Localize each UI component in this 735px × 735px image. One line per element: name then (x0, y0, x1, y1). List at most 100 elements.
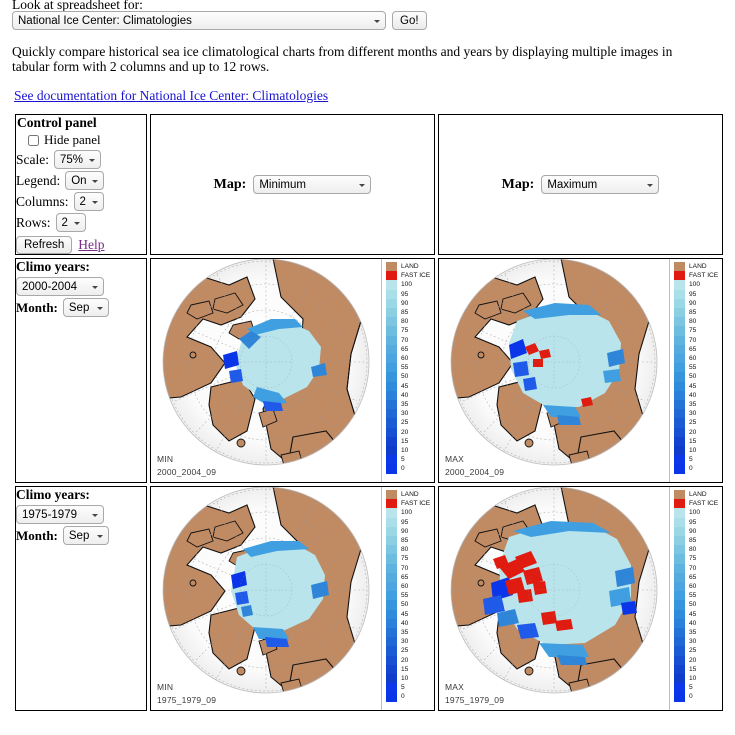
map-tag-id: 2000_2004_09 (445, 467, 505, 477)
legend-label: 0 (401, 693, 405, 701)
legend-swatch (386, 464, 397, 474)
legend-label: 60 (689, 583, 697, 590)
legend-select[interactable]: On (65, 171, 105, 190)
legend-label: 25 (401, 647, 409, 655)
columns-select[interactable]: 2 (73, 192, 104, 211)
legend-label: 75 (689, 555, 697, 563)
legend-swatch (386, 692, 397, 702)
legend-swatch (386, 628, 397, 638)
legend-swatch (386, 517, 397, 527)
legend-label: 40 (401, 619, 409, 627)
climo-years-row-1: 1975-1979 (16, 505, 146, 524)
help-link[interactable]: Help (78, 237, 104, 253)
legend-swatch (674, 508, 685, 518)
row-controls-1: Climo years: 1975-1979 Month: Sep (15, 486, 147, 711)
map-cell-1-0[interactable]: MIN 1975_1979_09 LAND FAST ICE 100 95 90 85 80… (150, 486, 435, 711)
legend-swatch (674, 600, 685, 610)
legend-swatch (674, 517, 685, 527)
legend-label: 30 (401, 410, 409, 418)
legend-label: 65 (401, 573, 409, 581)
legend-swatch (674, 664, 685, 674)
rows-select-wrap: 2 (55, 213, 86, 232)
map-cell-0-1[interactable]: MAX 2000_2004_09 LAND FAST ICE 100 95 90 85 80… (438, 258, 723, 483)
legend-swatch (674, 354, 685, 364)
legend-label: 55 (401, 592, 409, 600)
legend-swatch (674, 609, 685, 619)
map-select-wrap-0: Minimum (253, 175, 372, 194)
go-button[interactable]: Go! (392, 11, 427, 30)
dataset-select[interactable]: National Ice Center: Climatologies (12, 11, 386, 30)
legend-1-0: LAND FAST ICE 100 95 90 85 80 75 70 65 60 55 50 45 40 3… (381, 487, 434, 710)
legend-label: 30 (689, 638, 697, 646)
legend-label: 5 (689, 684, 693, 692)
map-image-min-1975: MIN 1975_1979_09 LAND FAST ICE 100 95 90 85 80… (151, 487, 434, 710)
legend-label: 20 (689, 656, 697, 664)
month-select-0[interactable]: Sep (62, 298, 109, 317)
legend-swatch (674, 280, 685, 290)
legend-label: 0 (689, 693, 693, 701)
legend-label: 55 (689, 364, 697, 372)
legend-swatch (386, 490, 397, 500)
legend-select-wrap: On (65, 171, 105, 190)
legend-label: 95 (401, 518, 409, 526)
map-label-0: Map: (213, 176, 247, 192)
legend-label: FAST ICE (401, 500, 431, 508)
map-image-max-2000: MAX 2000_2004_09 LAND FAST ICE 100 95 90 85 80… (439, 259, 722, 482)
hide-panel-checkbox[interactable] (28, 134, 39, 146)
legend-swatch (386, 563, 397, 573)
legend-swatch (674, 499, 685, 509)
legend-swatch (386, 455, 397, 465)
legend-label: 70 (401, 336, 409, 344)
legend-swatch (674, 289, 685, 299)
legend-swatch (386, 372, 397, 382)
legend-label: 45 (401, 382, 409, 390)
legend-swatch (386, 683, 397, 693)
month-label-1: Month: (16, 527, 58, 543)
map-tag-type: MAX (445, 454, 465, 464)
legend-swatch (386, 326, 397, 336)
legend-swatch (674, 344, 685, 354)
legend-0-0: LAND FAST ICE 100 95 90 85 80 75 70 65 60 55 50 45 40 3… (381, 259, 434, 482)
climo-years-row-0: 2000-2004 (16, 277, 146, 296)
climo-years-label-0: Climo years: (16, 259, 90, 274)
legend-swatch (674, 692, 685, 702)
legend-swatch (386, 427, 397, 437)
legend-label: 35 (689, 629, 697, 636)
map-cell-0-0[interactable]: MIN 2000_2004_09 LAND FAST ICE 100 95 90 85 80… (150, 258, 435, 483)
legend-label: 70 (689, 564, 697, 572)
row-controls-0: Climo years: 2000-2004 Month: Sep (15, 258, 147, 483)
map-tag-type: MIN (157, 454, 174, 464)
legend-label: FAST ICE (401, 272, 431, 280)
map-tag-type: MIN (157, 682, 174, 692)
legend-label: 100 (401, 281, 413, 289)
legend-label: 70 (689, 336, 697, 344)
dataset-selector-row: National Ice Center: Climatologies Go! (12, 11, 427, 30)
legend-swatch (674, 554, 685, 564)
legend-label: 10 (401, 675, 409, 682)
legend-swatch (386, 609, 397, 619)
documentation-link[interactable]: See documentation for National Ice Cente… (14, 88, 328, 104)
legend-swatch (386, 335, 397, 345)
month-select-1[interactable]: Sep (62, 526, 109, 545)
legend-swatch (674, 572, 685, 582)
legend-swatch (674, 683, 685, 693)
climo-years-select-1[interactable]: 1975-1979 (16, 505, 104, 524)
legend-label: 0 (689, 465, 693, 473)
scale-select[interactable]: 75% (54, 150, 101, 169)
legend-swatch (674, 418, 685, 428)
hide-panel-row[interactable]: Hide panel (16, 132, 146, 148)
control-panel-buttons: Refresh Help (16, 236, 146, 254)
map-select-0[interactable]: Minimum (253, 175, 372, 194)
rows-select[interactable]: 2 (55, 213, 86, 232)
map-cell-1-1[interactable]: MAX 1975_1979_09 LAND FAST ICE 100 95 90 85 80… (438, 486, 723, 711)
legend-label: Legend: (16, 172, 61, 188)
refresh-button[interactable]: Refresh (16, 236, 73, 254)
legend-label: 25 (401, 419, 409, 427)
legend-swatch (386, 545, 397, 555)
legend-label: 75 (401, 555, 409, 563)
legend-swatch (386, 271, 397, 281)
climo-years-select-0[interactable]: 2000-2004 (16, 277, 104, 296)
map-select-1[interactable]: Maximum (541, 175, 660, 194)
legend-label: 50 (689, 373, 697, 381)
legend-swatch (674, 618, 685, 628)
